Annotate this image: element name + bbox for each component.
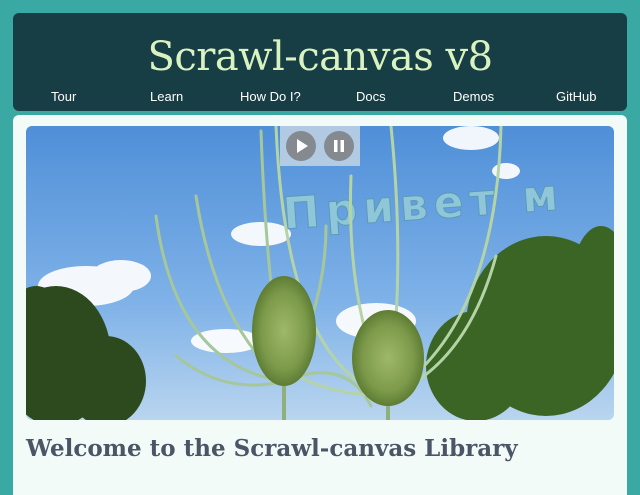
intro-paragraph-cutoff: [26, 475, 614, 483]
nav-how-do-i[interactable]: How Do I?: [240, 89, 301, 104]
nav-demos[interactable]: Demos: [453, 89, 494, 104]
video-controls: [280, 126, 360, 166]
welcome-heading: Welcome to the Scrawl-canvas Library: [26, 435, 518, 462]
play-button[interactable]: [286, 131, 316, 161]
site-header: Scrawl-canvas v8 Tour Learn How Do I? Do…: [13, 13, 627, 111]
pause-button[interactable]: [324, 131, 354, 161]
nav-learn[interactable]: Learn: [150, 89, 183, 104]
play-icon: [297, 139, 308, 153]
main-content: Привет м Welcome to the Scrawl-canvas Li…: [13, 115, 627, 495]
hero-video-canvas[interactable]: Привет м: [26, 126, 614, 420]
nav-docs[interactable]: Docs: [356, 89, 386, 104]
main-nav: Tour Learn How Do I? Docs Demos GitHub: [13, 89, 627, 109]
nav-tour[interactable]: Tour: [51, 89, 76, 104]
hero-scene: Привет м: [26, 126, 614, 420]
pause-icon: [334, 140, 344, 152]
site-title: Scrawl-canvas v8: [147, 34, 493, 80]
nav-github[interactable]: GitHub: [556, 89, 596, 104]
